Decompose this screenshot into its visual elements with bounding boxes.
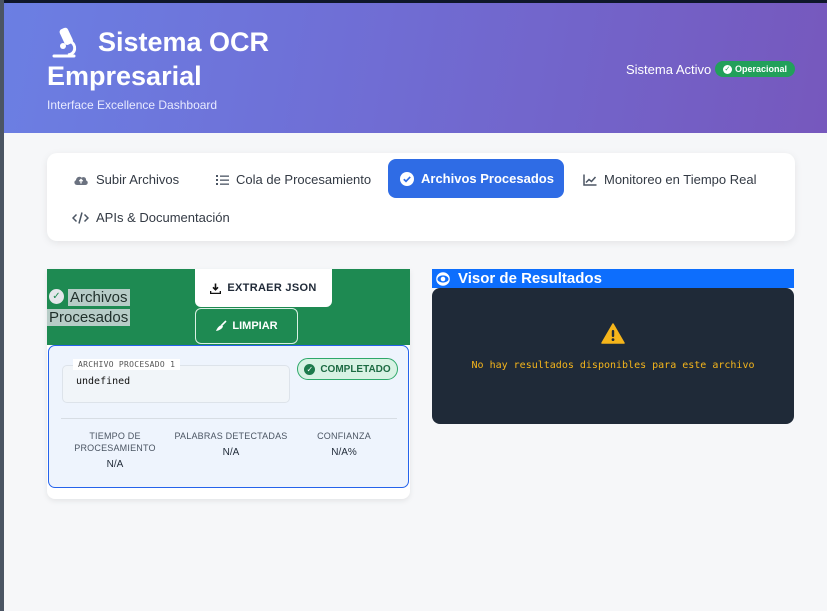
results-viewer-header: Visor de Resultados xyxy=(432,269,794,288)
metric-label: TIEMPO DE xyxy=(89,431,141,441)
app-title-line2: Empresarial xyxy=(47,61,202,91)
divider xyxy=(61,418,397,419)
file-legend: ARCHIVO PROCESADO 1 xyxy=(73,359,181,370)
extract-json-label: EXTRAER JSON xyxy=(227,282,317,294)
results-viewer: No hay resultados disponibles para este … xyxy=(432,288,794,424)
status-badge: ✓ Operacional xyxy=(715,61,795,77)
metric-words-detected: PALABRAS DETECTADAS N/A xyxy=(172,430,290,458)
tab-apis-documentacion[interactable]: APIs & Documentación xyxy=(60,198,242,237)
processed-file-card: ARCHIVO PROCESADO 1 undefined ✓ COMPLETA… xyxy=(48,345,409,488)
check-circle-icon xyxy=(400,171,414,186)
completed-status-badge: ✓ COMPLETADO xyxy=(297,358,398,380)
extract-json-button[interactable]: EXTRAER JSON xyxy=(195,269,332,307)
clear-button-label: LIMPIAR xyxy=(232,320,278,332)
app-subtitle: Interface Excellence Dashboard xyxy=(47,98,218,112)
tab-subir-archivos[interactable]: Subir Archivos xyxy=(61,160,191,199)
check-circle-icon: ✓ xyxy=(722,64,732,74)
processed-files-title: Archivos Procesados xyxy=(47,288,139,328)
no-results-message: No hay resultados disponibles para este … xyxy=(471,360,755,371)
tab-cola-de-procesamiento[interactable]: Cola de Procesamiento xyxy=(204,160,383,199)
warning-icon xyxy=(601,323,625,344)
download-icon xyxy=(210,283,222,294)
metric-value: N/A xyxy=(222,447,240,458)
tab-label: Monitoreo en Tiempo Real xyxy=(604,172,757,187)
chart-line-icon xyxy=(583,174,597,186)
code-icon xyxy=(72,211,89,224)
processed-title-line1: Archivos xyxy=(68,289,130,306)
status-badge-text: Operacional xyxy=(734,64,788,74)
metric-confidence: CONFIANZA N/A% xyxy=(301,430,387,458)
metric-value: N/A xyxy=(106,459,124,470)
file-output-box: ARCHIVO PROCESADO 1 undefined xyxy=(62,359,290,403)
metric-label: PALABRAS DETECTADAS xyxy=(174,431,288,441)
file-text-value: undefined xyxy=(76,376,131,387)
metric-value: N/A% xyxy=(331,447,357,458)
system-status-label: Sistema Activo xyxy=(626,62,712,77)
completed-status-text: COMPLETADO xyxy=(320,363,391,375)
metric-label: CONFIANZA xyxy=(317,431,371,441)
tab-label: Subir Archivos xyxy=(96,172,180,187)
tab-label: Cola de Procesamiento xyxy=(236,172,372,187)
clear-button[interactable]: LIMPIAR xyxy=(195,308,298,344)
check-circle-icon: ✓ xyxy=(304,363,316,375)
tab-archivos-procesados[interactable]: Archivos Procesados xyxy=(388,159,564,198)
processed-files-panel: ✓ Archivos Procesados EXTRAER JSON LIMPI… xyxy=(47,269,410,499)
app-header: Sistema OCR Empresarial Interface Excell… xyxy=(4,3,827,133)
app-title-line1: Sistema OCR xyxy=(98,27,270,57)
tab-label: Archivos Procesados xyxy=(421,171,554,186)
processed-files-header: ✓ Archivos Procesados EXTRAER JSON LIMPI… xyxy=(47,269,410,345)
list-icon xyxy=(216,174,229,185)
metric-label: PROCESAMIENTO xyxy=(74,443,156,453)
broom-icon xyxy=(216,320,227,331)
tab-bar: Subir Archivos Cola de Procesamiento Arc… xyxy=(47,153,795,241)
tab-monitoreo[interactable]: Monitoreo en Tiempo Real xyxy=(571,160,768,199)
metric-processing-time: TIEMPO DE PROCESAMIENTO N/A xyxy=(63,430,167,470)
results-viewer-title: Visor de Resultados xyxy=(458,270,602,287)
eye-icon xyxy=(436,271,450,286)
processed-title-line2: Procesados xyxy=(47,309,131,326)
cloud-upload-icon xyxy=(74,176,88,185)
microscope-icon xyxy=(52,27,77,58)
tab-label: APIs & Documentación xyxy=(96,210,230,225)
